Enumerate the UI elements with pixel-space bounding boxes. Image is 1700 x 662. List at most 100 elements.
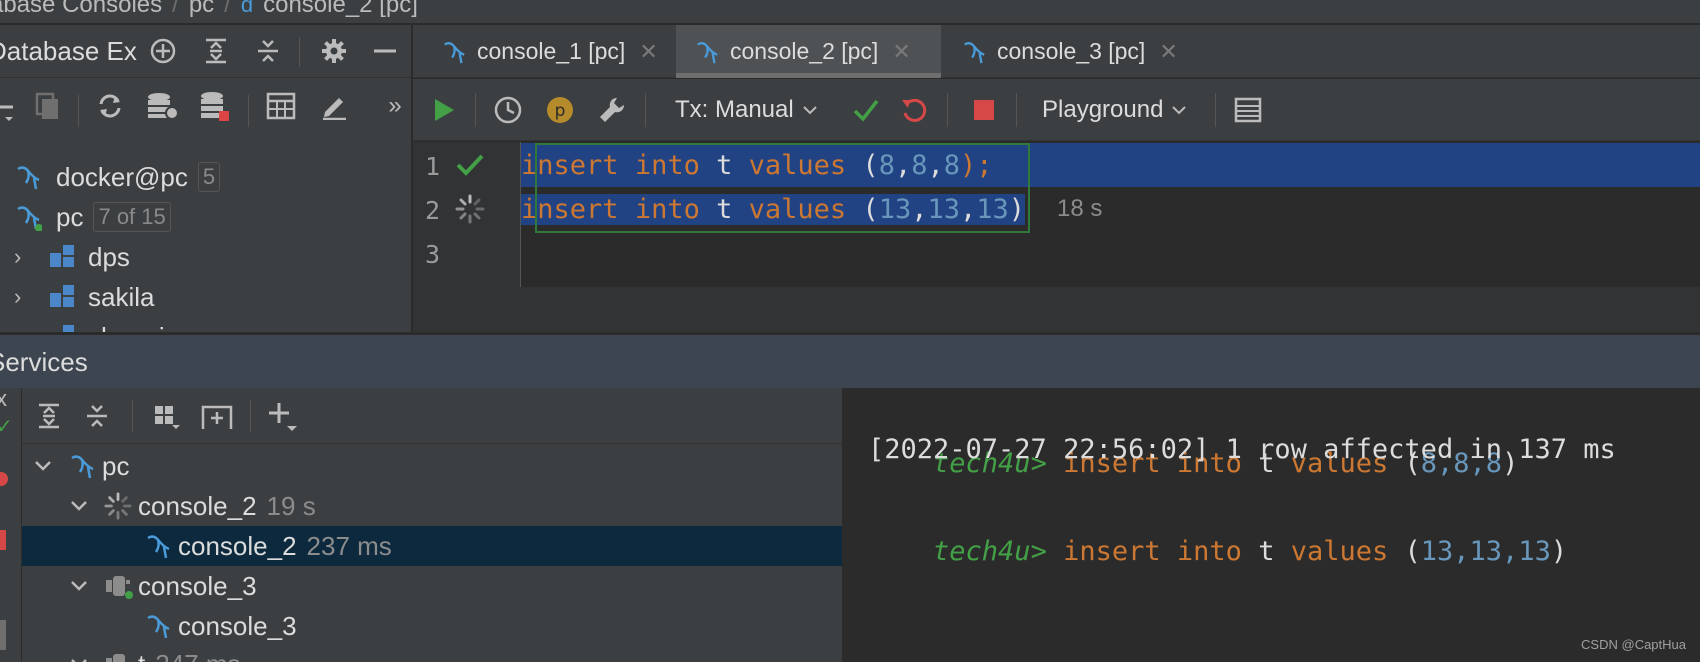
close-icon[interactable]: ✕ — [639, 39, 657, 65]
commit-icon[interactable] — [849, 93, 883, 127]
services-tree-item-console-3-session[interactable]: console_3 — [22, 566, 842, 606]
duplicate-icon[interactable] — [30, 89, 64, 123]
breadcrumb-item-consoles[interactable]: atabase Consoles — [0, 0, 162, 19]
close-icon[interactable]: ✕ — [1159, 39, 1177, 65]
dolphin-icon — [694, 39, 720, 65]
parameters-icon[interactable]: p — [543, 93, 577, 127]
tree-item-label: shopping — [88, 322, 194, 333]
collapse-all-icon[interactable] — [252, 35, 284, 67]
dolphin-icon — [144, 612, 178, 640]
gear-icon[interactable] — [318, 35, 350, 67]
tx-mode-label: Tx: Manual — [675, 96, 794, 123]
rollback-icon[interactable] — [0, 472, 8, 486]
tree-item-label: docker@pc — [56, 161, 188, 192]
database-explorer-title: Database Explorer — [0, 36, 138, 66]
console-prompt: tech4u> — [933, 536, 1047, 567]
console-output[interactable]: tech4u> insert into t values (8,8,8) [20… — [844, 388, 1700, 662]
rollback-icon[interactable] — [897, 93, 931, 127]
stop-icon[interactable] — [0, 530, 6, 550]
expand-all-icon[interactable] — [32, 399, 66, 433]
edit-icon[interactable] — [317, 89, 351, 123]
chevron-right-icon[interactable]: › — [14, 244, 48, 270]
tx-mode-dropdown[interactable]: Tx: Manual — [675, 93, 818, 127]
refresh-icon[interactable] — [93, 89, 127, 123]
count-badge: 7 of 15 — [93, 202, 171, 232]
more-icon[interactable]: » — [378, 89, 411, 123]
collapse-all-icon[interactable] — [80, 399, 114, 433]
services-tree-item-console-2[interactable]: console_2 237 ms — [22, 526, 842, 566]
dolphin-icon — [961, 39, 987, 65]
services-tree-item-t[interactable]: t 247 ms — [22, 644, 842, 662]
close-icon[interactable]: ✕ — [892, 39, 910, 65]
expand-all-icon[interactable] — [200, 35, 232, 67]
stop-icon[interactable] — [967, 93, 1001, 127]
breadcrumb: atabase Consoles / pc / ɗ console_2 [pc] — [0, 0, 1700, 24]
count-badge: 5 — [197, 162, 221, 192]
breadcrumb-item-console[interactable]: console_2 [pc] — [263, 0, 418, 19]
tree-item-label: console_3 — [138, 570, 257, 601]
mode-dropdown[interactable]: Playground — [1042, 93, 1187, 127]
run-icon[interactable] — [429, 93, 459, 127]
tree-item-label: dps — [88, 241, 130, 272]
tree-item-docker[interactable]: docker@pc 5 — [0, 158, 411, 196]
schema-settings-icon[interactable] — [145, 89, 179, 123]
session-icon — [104, 650, 138, 662]
divider — [78, 95, 79, 127]
tree-item-label: console_2 — [138, 490, 257, 521]
tab-label: console_1 [pc] — [477, 38, 626, 64]
chevron-down-icon — [1171, 105, 1187, 115]
chevron-down-icon[interactable] — [70, 580, 104, 592]
tab-console-2[interactable]: console_2 [pc] ✕ — [676, 25, 941, 78]
dolphin-icon: ɗ — [240, 0, 254, 17]
group-by-icon[interactable] — [150, 399, 184, 433]
chevron-down-icon[interactable] — [70, 500, 104, 512]
tree-item-label: pc — [102, 450, 130, 481]
schema-icon — [48, 323, 88, 332]
tab-console-1[interactable]: console_1 [pc] ✕ — [423, 25, 673, 78]
breadcrumb-separator: / — [172, 0, 179, 18]
svg-text:p: p — [555, 101, 566, 121]
minimize-icon[interactable] — [369, 35, 401, 67]
active-tab-indicator — [676, 73, 941, 78]
more-icon[interactable] — [0, 620, 6, 650]
chevron-down-icon — [802, 105, 818, 115]
crosshair-icon[interactable] — [147, 35, 179, 67]
editor-empty-area — [413, 287, 1700, 332]
breadcrumb-separator: / — [224, 0, 231, 18]
add-icon[interactable] — [0, 89, 26, 123]
chevron-down-icon[interactable] — [70, 658, 104, 662]
services-tree-item-pc[interactable]: pc — [22, 446, 842, 486]
services-tree: pc console_2 19 s console_2 237 ms conso… — [22, 444, 842, 662]
output-layout-icon[interactable] — [1231, 93, 1265, 127]
tree-item-pc[interactable]: pc 7 of 15 — [0, 198, 411, 236]
editor-gutter: 1 2 3 — [413, 142, 521, 287]
chevron-right-icon[interactable]: › — [14, 284, 48, 310]
tab-console-3[interactable]: console_3 [pc] ✕ — [943, 25, 1193, 78]
tree-item-label: console_2 — [178, 530, 297, 561]
success-check-icon — [455, 152, 485, 178]
table-icon[interactable] — [264, 89, 298, 123]
divider — [299, 37, 300, 67]
breadcrumb-item-pc[interactable]: pc — [189, 0, 214, 19]
add-service-icon[interactable] — [266, 399, 300, 433]
new-tab-icon[interactable] — [200, 399, 234, 433]
services-tree-item-console-3[interactable]: console_3 — [22, 606, 842, 646]
chevron-down-icon[interactable] — [34, 460, 68, 472]
check-icon[interactable]: ✓ — [0, 414, 13, 439]
data-source-icon[interactable] — [198, 89, 232, 123]
tree-item-label: pc — [56, 201, 84, 232]
chevron-right-icon[interactable]: › — [14, 324, 48, 332]
editor-toolbar: p Tx: Manual Playground — [413, 79, 1700, 141]
tab-label: console_3 [pc] — [997, 38, 1146, 64]
services-tree-item-console-2-session[interactable]: console_2 19 s — [22, 486, 842, 526]
tree-item-dps[interactable]: › dps — [0, 238, 411, 276]
tree-item-shopping[interactable]: › shopping — [0, 318, 411, 333]
tree-item-sakila[interactable]: › sakila — [0, 278, 411, 316]
divider — [475, 93, 476, 127]
watermark: CSDN @CaptHua — [1581, 637, 1686, 652]
output-values: 13,13,13 — [1420, 536, 1551, 567]
close-icon[interactable]: x — [0, 386, 7, 412]
database-explorer-panel: Database Explorer — [0, 25, 412, 332]
wrench-icon[interactable] — [595, 93, 629, 127]
history-icon[interactable] — [491, 93, 525, 127]
